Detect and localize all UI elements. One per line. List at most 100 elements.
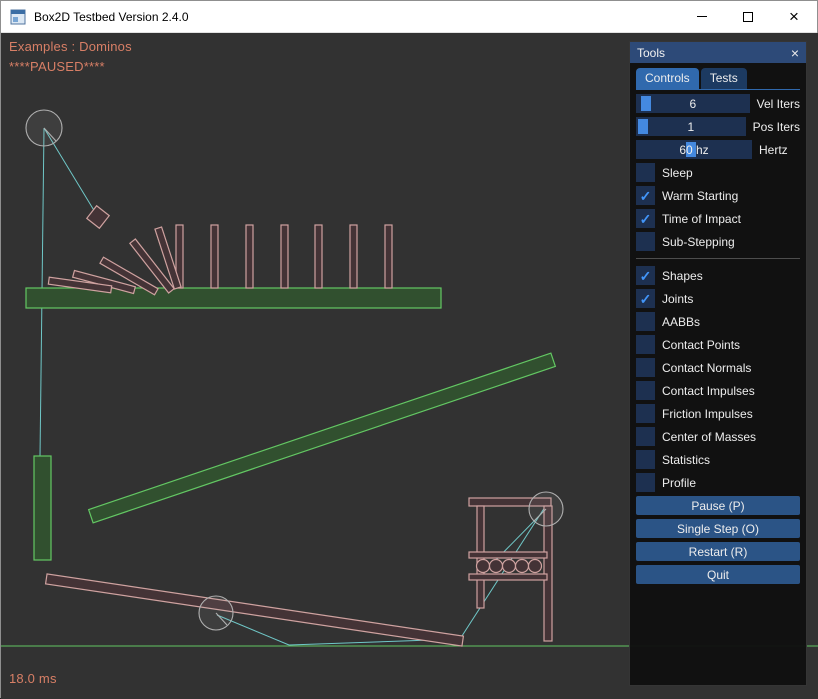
tools-panel-body: Controls Tests 6 Vel Iters 1 P [630, 63, 806, 584]
slider-row-vel-iters: 6 Vel Iters [636, 94, 800, 113]
seesaw-plank [46, 574, 464, 646]
check-row-sub-stepping: ✓ Sub-Stepping [636, 232, 800, 251]
checkbox-label: Friction Impulses [662, 407, 753, 421]
window-title: Box2D Testbed Version 2.4.0 [34, 10, 189, 24]
checkmark-icon: ✓ [640, 269, 652, 283]
checkbox-label: AABBs [662, 315, 700, 329]
minimize-button[interactable] [679, 1, 725, 32]
check-row-contact-normals: ✓ Contact Normals [636, 358, 800, 377]
checkbox-warm-starting[interactable]: ✓ [636, 186, 655, 205]
checkbox-contact-impulses[interactable]: ✓ [636, 381, 655, 400]
checkmark-icon: ✓ [640, 189, 652, 203]
checkbox-label: Time of Impact [662, 212, 741, 226]
check-row-warm-starting: ✓ Warm Starting [636, 186, 800, 205]
checkbox-label: Warm Starting [662, 189, 738, 203]
domino [350, 225, 357, 288]
pause-button[interactable]: Pause (P) [636, 496, 800, 515]
ball [516, 560, 529, 573]
checkbox-label: Contact Impulses [662, 384, 755, 398]
slider-grab[interactable] [641, 96, 651, 111]
pos-iters-slider[interactable]: 1 [636, 117, 746, 136]
tabbar: Controls Tests [636, 68, 800, 90]
checkbox-aabbs[interactable]: ✓ [636, 312, 655, 331]
maximize-button[interactable] [725, 1, 771, 32]
frame-channel-upper [469, 552, 547, 558]
check-row-contact-points: ✓ Contact Points [636, 335, 800, 354]
check-row-statistics: ✓ Statistics [636, 450, 800, 469]
pos-iters-value: 1 [687, 120, 694, 134]
vel-iters-slider[interactable]: 6 [636, 94, 750, 113]
frame-channel-lower [469, 574, 547, 580]
hertz-slider[interactable]: 60 hz [636, 140, 752, 159]
ball [503, 560, 516, 573]
check-row-contact-impulses: ✓ Contact Impulses [636, 381, 800, 400]
domino [246, 225, 253, 288]
checkbox-label: Sub-Stepping [662, 235, 735, 249]
minimize-icon [697, 16, 707, 17]
checkbox-label: Sleep [662, 166, 693, 180]
tools-panel: Tools × Controls Tests 6 Vel Iters [629, 41, 807, 686]
checkbox-friction-impulses[interactable]: ✓ [636, 404, 655, 423]
domino [385, 225, 392, 288]
separator [636, 258, 800, 259]
checkbox-profile[interactable]: ✓ [636, 473, 655, 492]
slider-row-pos-iters: 1 Pos Iters [636, 117, 800, 136]
checkbox-shapes[interactable]: ✓ [636, 266, 655, 285]
close-button[interactable]: × [771, 1, 817, 32]
checkbox-sub-stepping[interactable]: ✓ [636, 232, 655, 251]
tools-close-icon[interactable]: × [791, 46, 799, 60]
example-label: Examples : Dominos [9, 39, 132, 54]
checkbox-label: Shapes [662, 269, 703, 283]
close-icon: × [789, 8, 799, 25]
vel-iters-label: Vel Iters [757, 97, 800, 111]
paused-label: ****PAUSED**** [9, 59, 105, 74]
ball [529, 560, 542, 573]
tab-tests[interactable]: Tests [701, 68, 747, 89]
checkbox-label: Profile [662, 476, 696, 490]
checkbox-contact-normals[interactable]: ✓ [636, 358, 655, 377]
domino [315, 225, 322, 288]
checkbox-time-of-impact[interactable]: ✓ [636, 209, 655, 228]
check-row-shapes: ✓ Shapes [636, 266, 800, 285]
hertz-label: Hertz [759, 143, 788, 157]
check-row-center-of-masses: ✓ Center of Masses [636, 427, 800, 446]
restart-button[interactable]: Restart (R) [636, 542, 800, 561]
window-controls: × [679, 1, 817, 32]
domino [281, 225, 288, 288]
checkmark-icon: ✓ [640, 292, 652, 306]
app-icon [10, 9, 26, 25]
checkbox-label: Statistics [662, 453, 710, 467]
pendulum-box [87, 206, 109, 228]
maximize-icon [743, 12, 753, 22]
app-window: Box2D Testbed Version 2.4.0 × [0, 0, 818, 698]
checkbox-joints[interactable]: ✓ [636, 289, 655, 308]
tab-controls[interactable]: Controls [636, 68, 699, 89]
checkbox-center-of-masses[interactable]: ✓ [636, 427, 655, 446]
checkbox-label: Contact Points [662, 338, 740, 352]
vertical-post [34, 456, 51, 560]
checkbox-label: Joints [662, 292, 693, 306]
frame-time-label: 18.0 ms [9, 671, 57, 686]
pos-iters-label: Pos Iters [753, 120, 800, 134]
static-bodies [26, 288, 555, 560]
ball [490, 560, 503, 573]
quit-button[interactable]: Quit [636, 565, 800, 584]
check-row-friction-impulses: ✓ Friction Impulses [636, 404, 800, 423]
simulation-canvas[interactable]: Examples : Dominos ****PAUSED**** 18.0 m… [1, 33, 818, 699]
check-row-aabbs: ✓ AABBs [636, 312, 800, 331]
window-titlebar[interactable]: Box2D Testbed Version 2.4.0 × [1, 1, 817, 33]
checkbox-contact-points[interactable]: ✓ [636, 335, 655, 354]
tools-panel-titlebar[interactable]: Tools × [630, 42, 806, 63]
checkbox-label: Contact Normals [662, 361, 751, 375]
checkbox-sleep[interactable]: ✓ [636, 163, 655, 182]
slider-grab[interactable] [638, 119, 648, 134]
ball [477, 560, 490, 573]
tools-panel-title: Tools [637, 46, 791, 60]
vel-iters-value: 6 [689, 97, 696, 111]
single-step-button[interactable]: Single Step (O) [636, 519, 800, 538]
domino-platform [26, 288, 441, 308]
check-row-sleep: ✓ Sleep [636, 163, 800, 182]
checkbox-statistics[interactable]: ✓ [636, 450, 655, 469]
domino [211, 225, 218, 288]
hertz-value: 60 hz [679, 143, 708, 157]
